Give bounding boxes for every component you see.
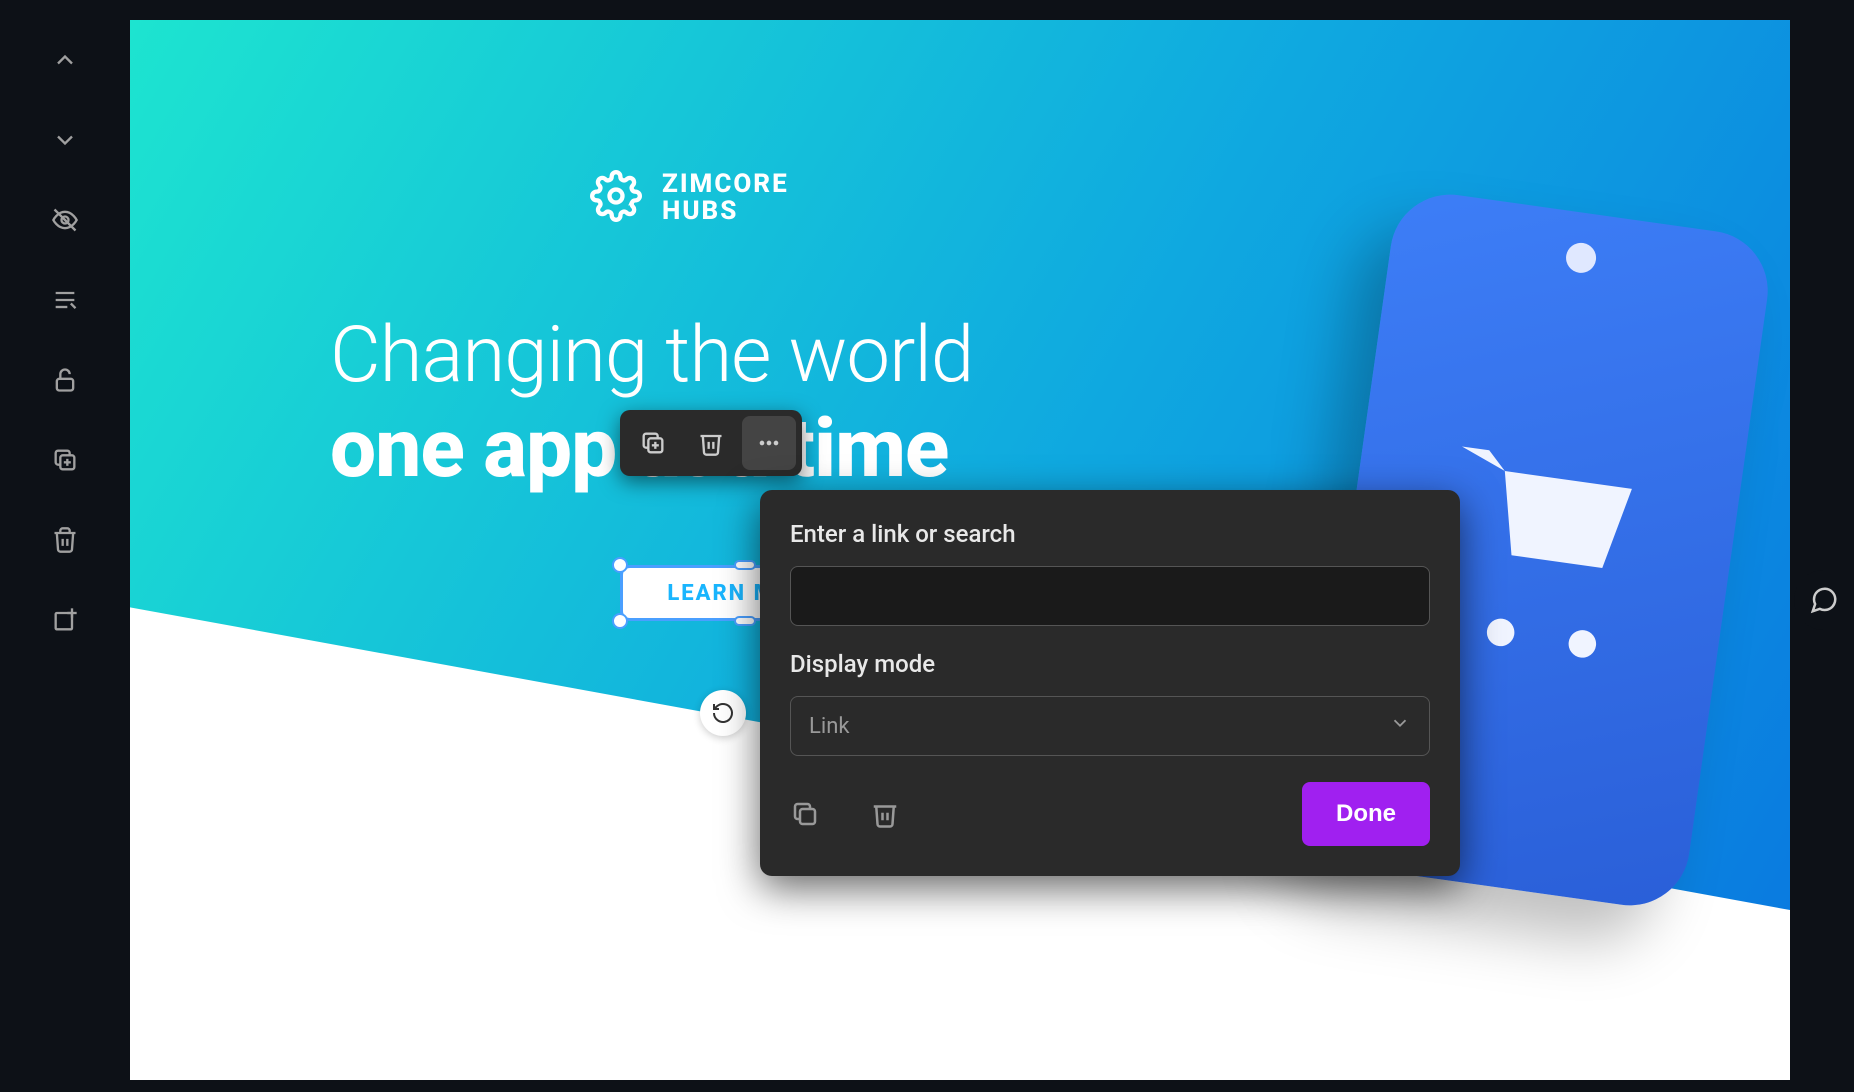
collapse-up-button[interactable] bbox=[43, 38, 87, 82]
context-toolbar bbox=[620, 410, 802, 476]
done-button[interactable]: Done bbox=[1302, 782, 1430, 846]
ctx-delete-button[interactable] bbox=[684, 416, 738, 470]
copy-link-button[interactable] bbox=[790, 799, 820, 829]
brand-line1: ZIMCORE bbox=[662, 171, 789, 198]
left-toolbar bbox=[0, 0, 130, 1092]
link-input-label: Enter a link or search bbox=[790, 520, 1430, 548]
add-page-button[interactable] bbox=[43, 598, 87, 642]
link-input[interactable] bbox=[790, 566, 1430, 626]
brand-logo: ZIMCORE HUBS bbox=[590, 170, 789, 226]
brand-line2: HUBS bbox=[662, 198, 789, 225]
chevron-down-icon bbox=[1389, 712, 1411, 740]
headline-light: Changing the world bbox=[330, 310, 973, 401]
resize-handle-bottom[interactable] bbox=[734, 616, 756, 626]
brand-text: ZIMCORE HUBS bbox=[662, 171, 789, 226]
visibility-toggle-button[interactable] bbox=[43, 198, 87, 242]
duplicate-button[interactable] bbox=[43, 438, 87, 482]
resize-handle-top[interactable] bbox=[734, 560, 756, 570]
remove-link-button[interactable] bbox=[870, 799, 900, 829]
display-mode-select[interactable]: Link bbox=[790, 696, 1430, 756]
ctx-more-button[interactable] bbox=[742, 416, 796, 470]
link-popover: Enter a link or search Display mode Link… bbox=[760, 490, 1460, 876]
resize-handle-bl[interactable] bbox=[612, 613, 628, 629]
ctx-duplicate-button[interactable] bbox=[626, 416, 680, 470]
rotate-button[interactable] bbox=[700, 690, 746, 736]
display-mode-value: Link bbox=[809, 714, 850, 739]
gear-icon bbox=[590, 170, 642, 226]
expand-down-button[interactable] bbox=[43, 118, 87, 162]
resize-handle-tl[interactable] bbox=[612, 557, 628, 573]
popover-footer: Done bbox=[790, 782, 1430, 846]
delete-button[interactable] bbox=[43, 518, 87, 562]
lock-button[interactable] bbox=[43, 358, 87, 402]
edit-notes-button[interactable] bbox=[43, 278, 87, 322]
display-mode-label: Display mode bbox=[790, 650, 1430, 678]
comment-button[interactable] bbox=[1794, 570, 1854, 630]
